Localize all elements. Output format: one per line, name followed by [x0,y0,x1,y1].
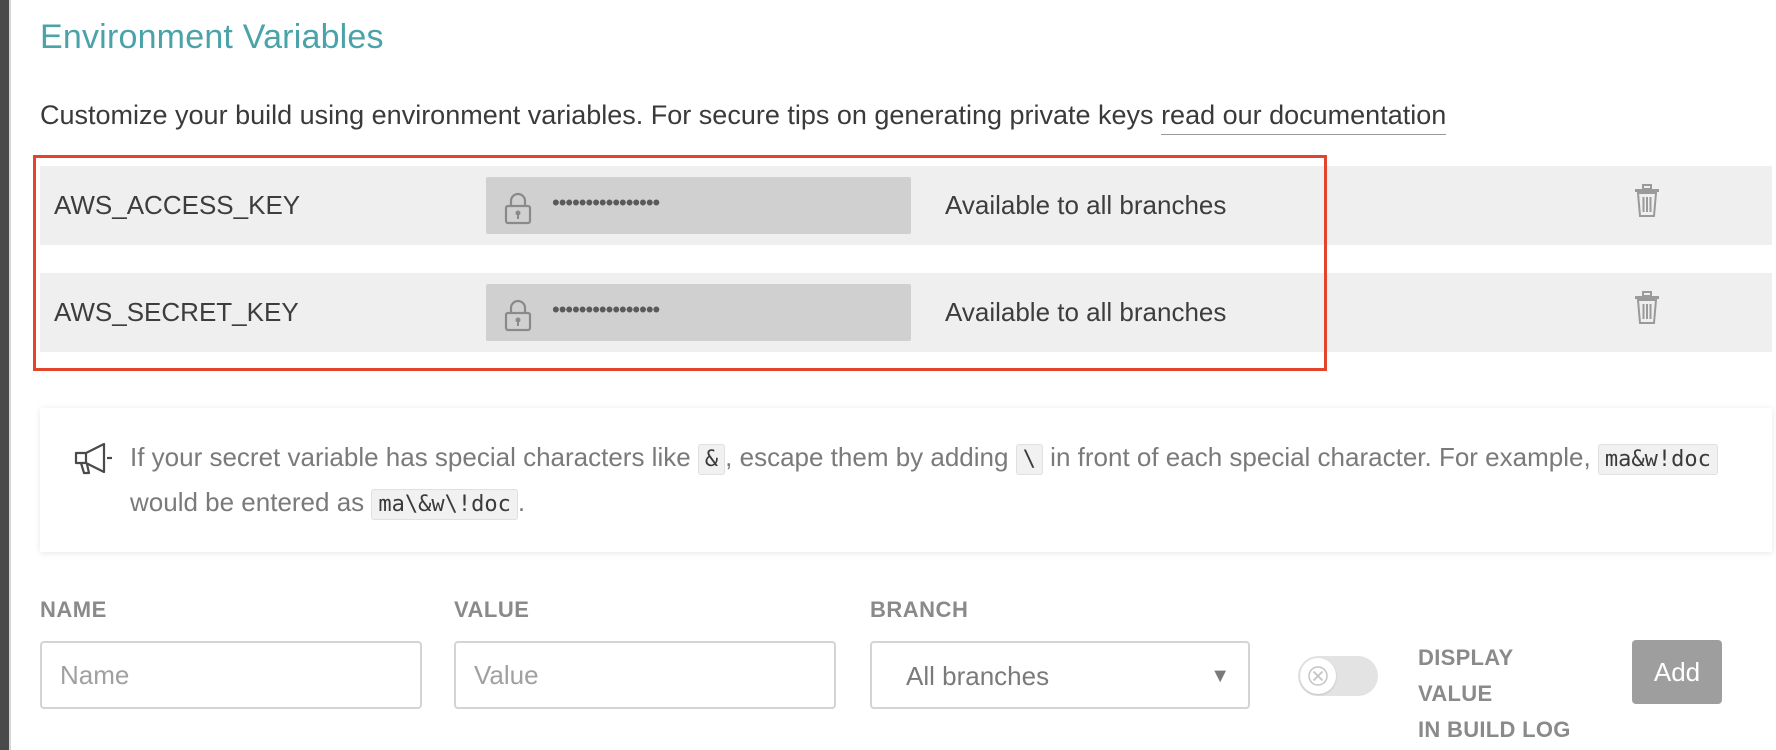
lock-icon [504,192,532,225]
value-field-label: VALUE [454,597,530,622]
display-value-label: DISPLAY VALUE IN BUILD LOG [1418,640,1588,748]
page-title: Environment Variables [40,18,384,56]
code-snippet: ma\&w\!doc [371,489,518,520]
window-edge [0,0,9,750]
window-edge-divider [9,0,11,750]
env-var-row: AWS_ACCESS_KEY •••••••••••••••• Availabl… [40,166,1772,245]
display-value-label-line: IN BUILD LOG [1418,717,1571,742]
lock-icon [504,299,532,332]
note-text-part: would be entered as [130,487,372,517]
escape-characters-note: If your secret variable has special char… [40,408,1772,552]
branch-select[interactable]: All branches ▼ [870,641,1250,709]
trash-icon[interactable] [1633,184,1661,218]
display-value-label-line: DISPLAY VALUE [1418,645,1514,706]
note-text-part: . [517,487,526,517]
megaphone-icon [74,442,112,475]
code-snippet: & [697,444,726,475]
note-text-part: If your secret variable has special char… [130,442,698,472]
masked-value: •••••••••••••••• [552,297,660,322]
env-var-value-masked: •••••••••••••••• [486,177,911,234]
display-value-toggle[interactable] [1298,656,1378,696]
note-text: If your secret variable has special char… [130,436,1760,526]
intro-description: Customize your build using environment v… [40,100,1162,130]
intro-text: Customize your build using environment v… [40,100,1447,135]
env-var-value-masked: •••••••••••••••• [486,284,911,341]
branch-select-value: All branches [906,661,1050,691]
code-snippet: ma&w!doc [1597,444,1718,475]
toggle-knob [1300,658,1336,694]
note-text-part: in front of each special character. For … [1042,442,1598,472]
close-icon [1308,666,1328,686]
masked-value: •••••••••••••••• [552,190,660,215]
env-var-name: AWS_SECRET_KEY [54,297,299,327]
env-var-branch: Available to all branches [945,190,1227,220]
documentation-link[interactable]: read our documentation [1161,100,1447,135]
name-field-label: NAME [40,597,107,622]
name-input[interactable] [40,641,422,709]
trash-icon[interactable] [1633,291,1661,325]
add-button[interactable]: Add [1632,640,1722,704]
env-var-branch: Available to all branches [945,297,1227,327]
env-var-name: AWS_ACCESS_KEY [54,190,301,220]
branch-field-label: BRANCH [870,597,969,622]
env-var-row: AWS_SECRET_KEY •••••••••••••••• Availabl… [40,273,1772,352]
note-text-part: , escape them by adding [725,442,1016,472]
value-input[interactable] [454,641,836,709]
code-snippet: \ [1015,444,1043,475]
chevron-down-icon: ▼ [1210,665,1230,687]
